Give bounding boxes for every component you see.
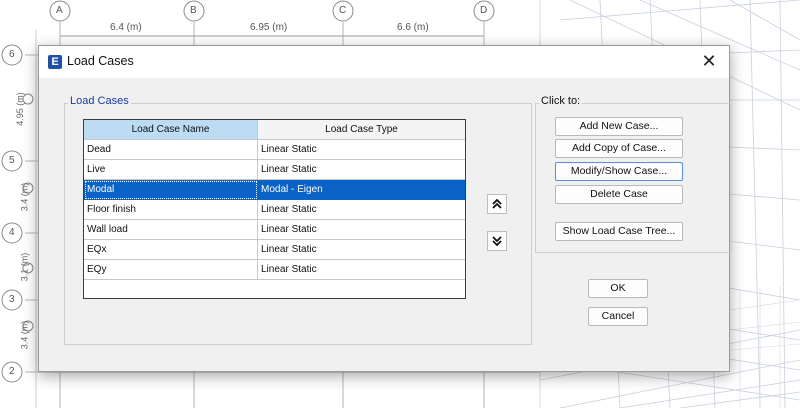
move-up-button[interactable] [487,194,507,214]
modify-show-case-button[interactable]: Modify/Show Case... [555,162,683,181]
grid-bubble-label: A [56,5,63,16]
row-span-dimension: 3.4 (m) [19,182,30,212]
column-header-name[interactable]: Load Case Name [84,120,258,140]
row-span-dimension: 3.1 (m) [19,252,30,282]
case-name-cell[interactable]: Dead [84,140,258,160]
move-down-button[interactable] [487,231,507,251]
load-case-grid[interactable]: Load Case Name Load Case Type Dead Linea… [83,119,466,299]
show-load-case-tree-button[interactable]: Show Load Case Tree... [555,222,683,241]
row-span-dimension: 4.95 (m) [14,92,25,126]
case-name-cell[interactable]: Wall load [84,220,258,240]
case-type-cell[interactable]: Linear Static [258,200,465,220]
click-to-group-label: Click to: [539,95,583,107]
case-type-cell[interactable]: Linear Static [258,140,465,160]
ok-button[interactable]: OK [588,279,648,298]
case-name-cell[interactable]: EQy [84,260,258,280]
double-chevron-down-icon [492,236,502,247]
case-type-cell[interactable]: Linear Static [258,160,465,180]
case-type-cell[interactable]: Linear Static [258,220,465,240]
grid-bubble-label: 5 [9,155,15,166]
dialog-titlebar: E Load Cases ✕ [39,46,729,78]
grid-header: Load Case Name Load Case Type [84,120,465,140]
case-name-cell[interactable]: Modal [84,180,258,200]
row-span-dimension: 3.4 (m) [19,320,30,350]
case-name-cell[interactable]: EQx [84,240,258,260]
cancel-button[interactable]: Cancel [588,307,648,326]
span-dimension: 6.95 (m) [250,22,288,33]
table-row-selected[interactable]: Modal Modal - Eigen [84,180,465,200]
load-cases-group-label: Load Cases [68,95,131,107]
grid-bubble-label: 4 [9,227,15,238]
load-cases-dialog: E Load Cases ✕ Load Cases Click to: Load… [38,45,732,372]
case-type-cell[interactable]: Linear Static [258,240,465,260]
etabs-app-icon: E [48,55,62,69]
delete-case-button[interactable]: Delete Case [555,185,683,204]
span-dimension: 6.6 (m) [397,22,429,33]
case-type-cell[interactable]: Modal - Eigen [258,180,465,200]
table-row[interactable]: Dead Linear Static [84,140,465,160]
table-row[interactable]: EQx Linear Static [84,240,465,260]
close-icon[interactable]: ✕ [695,50,723,74]
case-name-cell[interactable]: Live [84,160,258,180]
dialog-title: Load Cases [67,54,134,68]
grid-bubble-label: 3 [9,294,15,305]
add-new-case-button[interactable]: Add New Case... [555,117,683,136]
double-chevron-up-icon [492,198,502,209]
grid-bubble-label: D [480,5,488,16]
grid-bubble-label: C [339,5,347,16]
case-type-cell[interactable]: Linear Static [258,260,465,280]
span-dimension: 6.4 (m) [110,22,142,33]
table-row[interactable]: Wall load Linear Static [84,220,465,240]
table-row[interactable]: Live Linear Static [84,160,465,180]
add-copy-of-case-button[interactable]: Add Copy of Case... [555,139,683,158]
grid-bubble-label: 6 [9,49,15,60]
grid-bubble-label: 2 [9,366,15,377]
column-header-type[interactable]: Load Case Type [258,120,465,140]
grid-bubble-label: B [190,5,197,16]
table-row[interactable]: EQy Linear Static [84,260,465,280]
table-row[interactable]: Floor finish Linear Static [84,200,465,220]
case-name-cell[interactable]: Floor finish [84,200,258,220]
